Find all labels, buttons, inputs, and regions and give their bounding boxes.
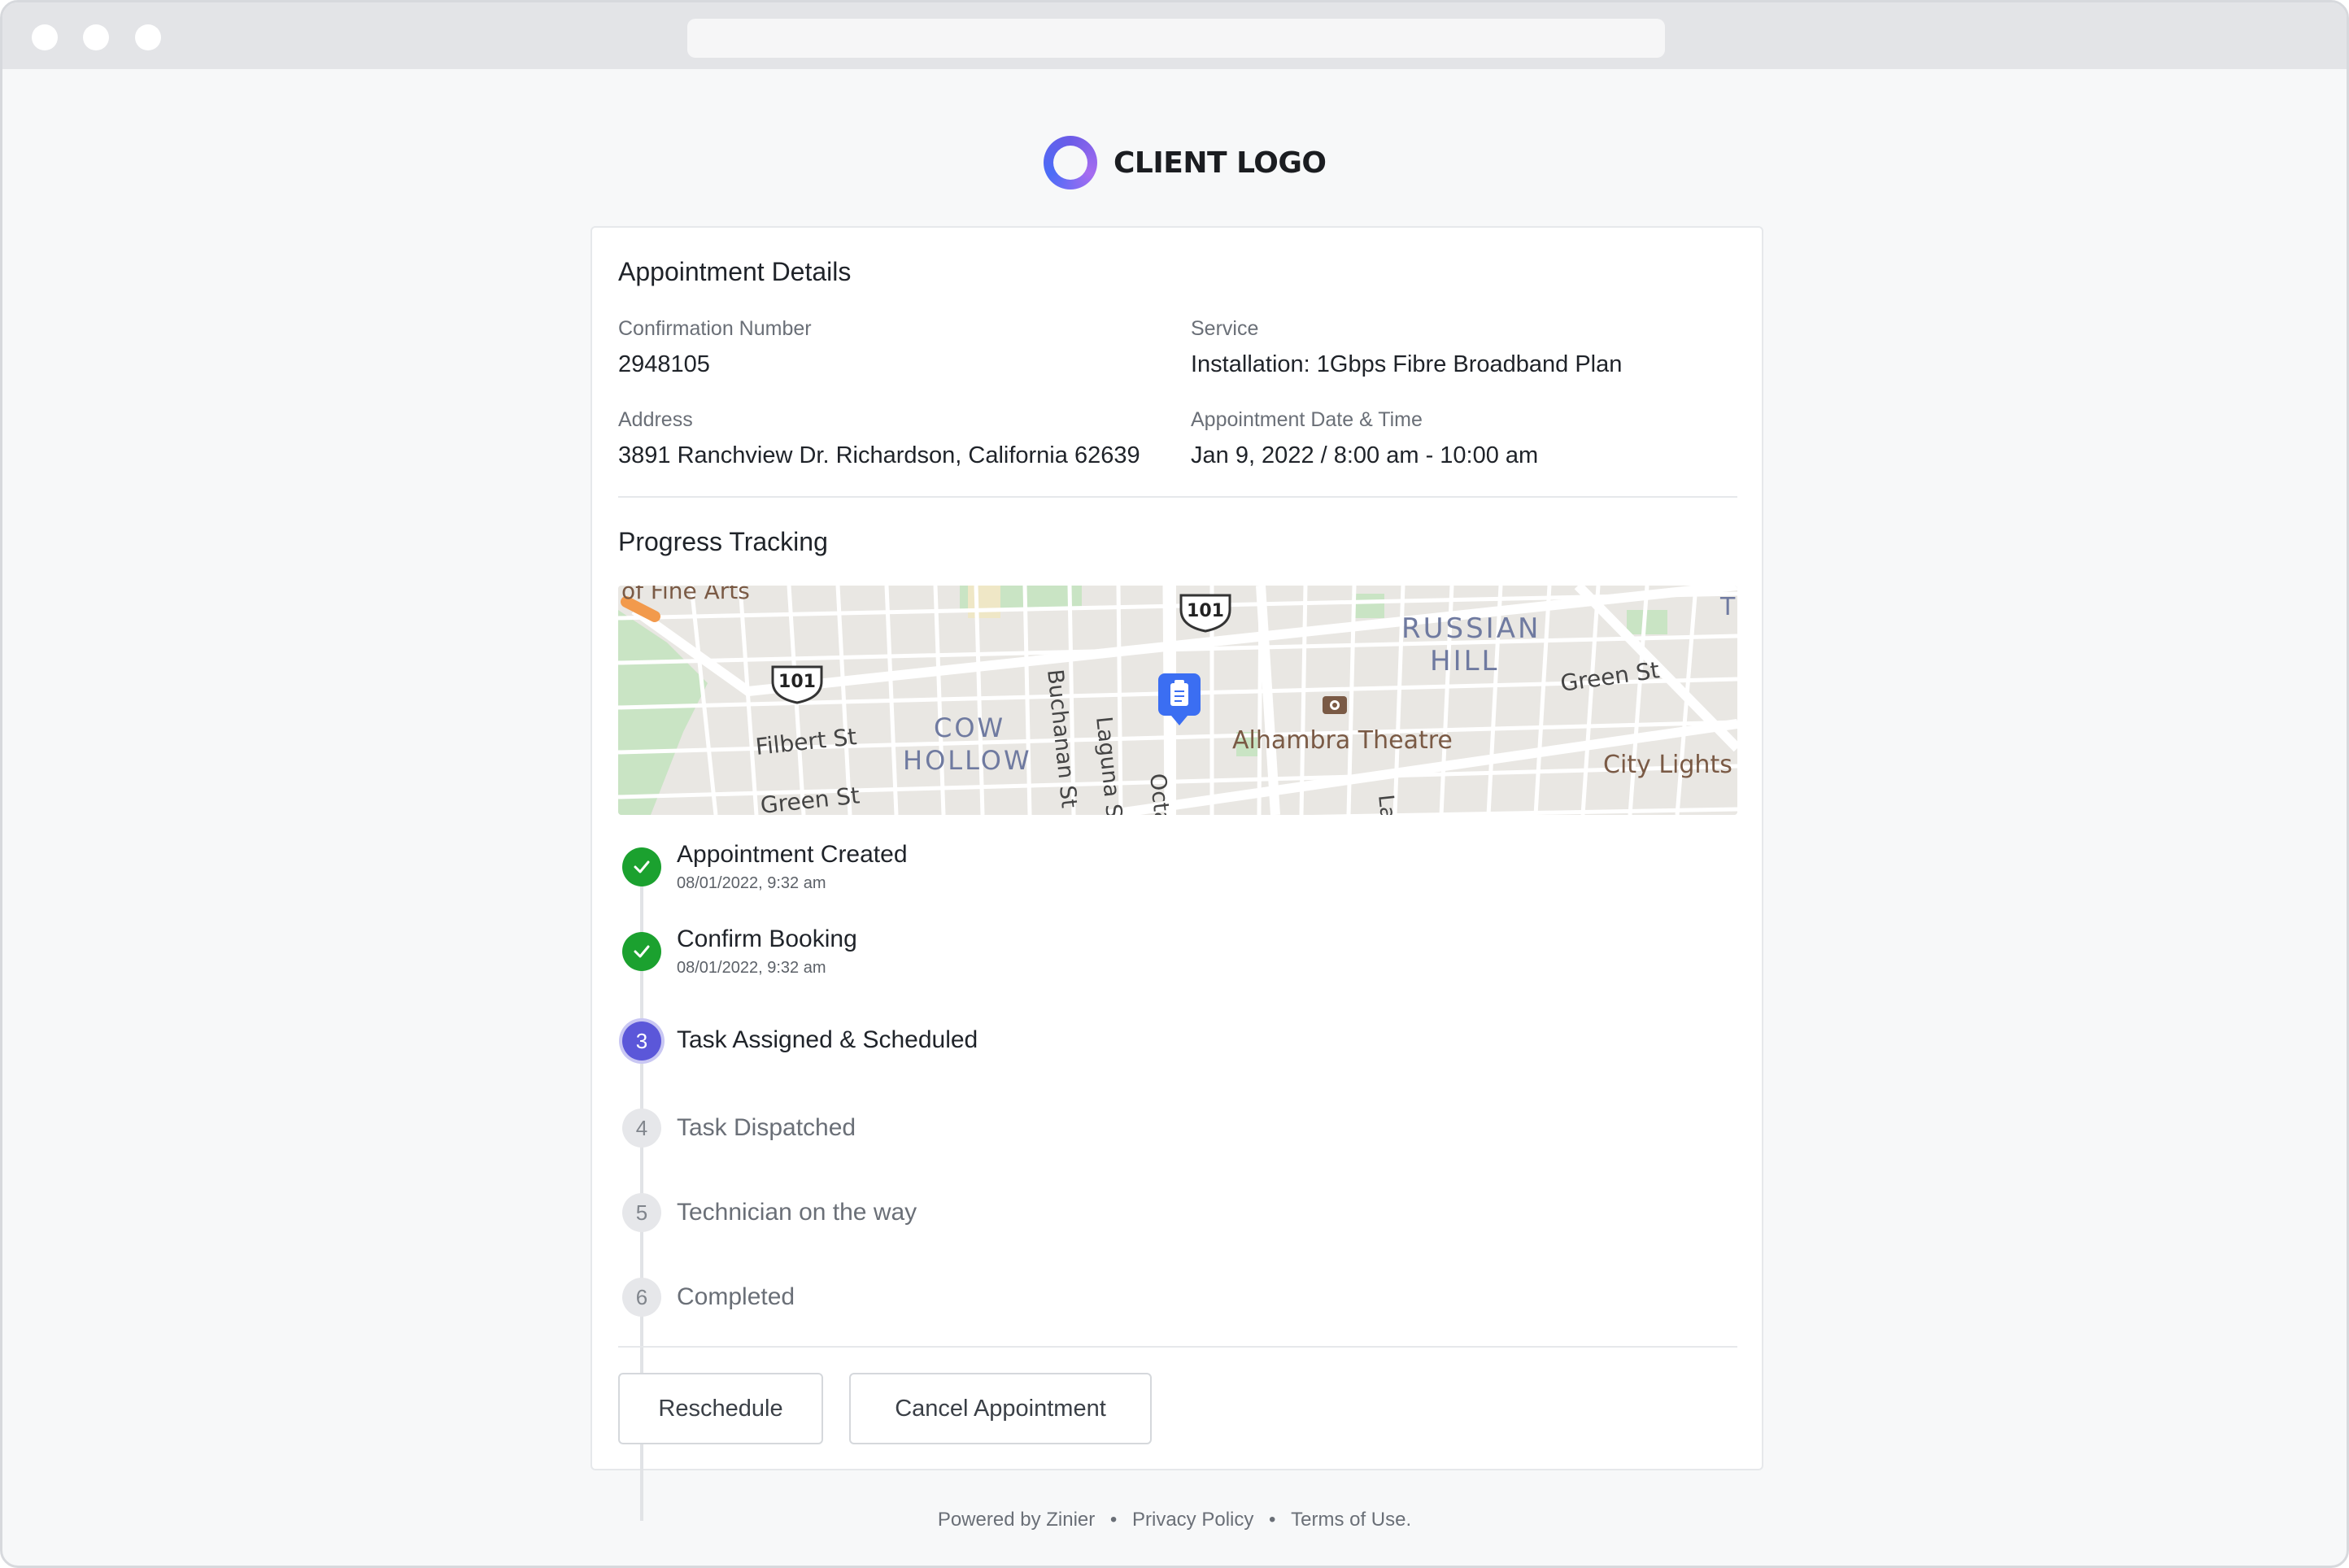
window-close-dot[interactable]: [32, 24, 58, 50]
step-4-title: Task Dispatched: [677, 1114, 856, 1141]
details-divider: [618, 496, 1737, 498]
map-label-alhambra: Alhambra Theatre: [1232, 726, 1453, 755]
logo-text: CLIENT LOGO: [1113, 146, 1327, 180]
map-label-city-lights: City Lights B: [1603, 751, 1737, 779]
step-1-time: 08/01/2022, 9:32 am: [677, 874, 826, 892]
service-value: Installation: 1Gbps Fibre Broadband Plan: [1191, 351, 1623, 377]
step-2-title: Confirm Booking: [677, 926, 857, 952]
step-6-number-badge: 6: [622, 1278, 661, 1317]
footer-separator: •: [1269, 1509, 1276, 1531]
confirmation-number-label: Confirmation Number: [618, 317, 812, 340]
page-footer: Powered by Zinier • Privacy Policy • Ter…: [2, 1509, 2347, 1531]
appointment-datetime-label: Appointment Date & Time: [1191, 408, 1423, 431]
map-shield-101-a: 101: [778, 672, 816, 692]
window-maximize-dot[interactable]: [135, 24, 161, 50]
map-canvas: 101 101 of Fine Arts RUSSIAN HILL COW HO…: [618, 586, 1737, 815]
step-2-time: 08/01/2022, 9:32 am: [677, 959, 826, 977]
map-label-octavia: Octa: [1144, 772, 1174, 815]
client-logo: CLIENT LOGO: [1044, 134, 1327, 191]
map-label-hill: HILL: [1430, 645, 1499, 677]
actions-divider: [618, 1346, 1737, 1348]
service-label: Service: [1191, 317, 1259, 340]
map-shield-101-b: 101: [1187, 601, 1224, 621]
progress-tracking-title: Progress Tracking: [618, 527, 828, 556]
logo-ring-icon: [1044, 136, 1097, 189]
step-4-number-badge: 4: [622, 1108, 661, 1148]
privacy-policy-link[interactable]: Privacy Policy: [1132, 1509, 1253, 1531]
step-6-title: Completed: [677, 1283, 795, 1310]
map-label-russian: RUSSIAN: [1401, 612, 1541, 645]
powered-by-link[interactable]: Powered by Zinier: [938, 1509, 1095, 1531]
appointment-details-title: Appointment Details: [618, 257, 852, 286]
step-5-title: Technician on the way: [677, 1199, 917, 1226]
reschedule-button[interactable]: Reschedule: [618, 1373, 823, 1444]
step-2-check-icon: [622, 932, 661, 971]
map-label-cow: COW: [934, 712, 1005, 743]
location-map[interactable]: 101 101 of Fine Arts RUSSIAN HILL COW HO…: [618, 586, 1737, 815]
map-label-hollow: HOLLOW: [903, 745, 1032, 776]
browser-window: CLIENT LOGO Appointment Details Confirma…: [0, 0, 2349, 1568]
cancel-appointment-button[interactable]: Cancel Appointment: [849, 1373, 1152, 1444]
address-value: 3891 Ranchview Dr. Richardson, Californi…: [618, 442, 1140, 468]
confirmation-number-value: 2948105: [618, 351, 710, 377]
browser-titlebar: [2, 2, 2347, 69]
footer-separator: •: [1109, 1509, 1118, 1531]
terms-of-use-link[interactable]: Terms of Use.: [1291, 1509, 1411, 1531]
map-label-fine-arts: of Fine Arts: [621, 586, 750, 604]
step-1-check-icon: [622, 847, 661, 886]
map-label-lar: Lar: [1373, 794, 1401, 815]
step-5-number-badge: 5: [622, 1193, 661, 1232]
appointment-datetime-value: Jan 9, 2022 / 8:00 am - 10:00 am: [1191, 442, 1539, 468]
step-3-title: Task Assigned & Scheduled: [677, 1026, 978, 1053]
map-label-t-edge: T: [1719, 593, 1736, 621]
camera-poi-icon: [1323, 696, 1347, 714]
step-3-number-badge: 3: [622, 1021, 661, 1061]
address-label: Address: [618, 408, 693, 431]
step-1-title: Appointment Created: [677, 841, 908, 868]
address-bar[interactable]: [687, 19, 1665, 58]
window-minimize-dot[interactable]: [83, 24, 109, 50]
appointment-card: Appointment Details Confirmation Number …: [591, 226, 1763, 1521]
